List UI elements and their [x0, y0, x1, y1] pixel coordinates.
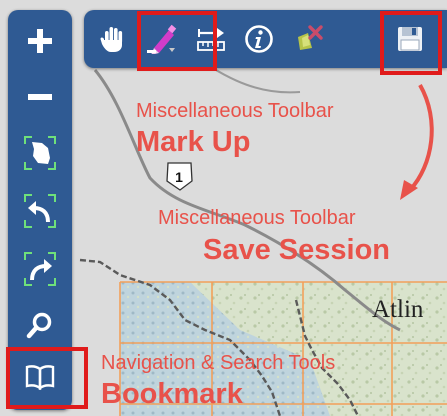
- minus-icon: [28, 94, 52, 100]
- bookmark-group-label: Navigation & Search Tools: [101, 352, 336, 374]
- hand-icon: [100, 27, 123, 52]
- save-tool-label: Save Session: [203, 234, 390, 266]
- highway-shield-number: 1: [175, 169, 183, 185]
- full-extent-button[interactable]: [20, 136, 60, 170]
- zoom-in-button[interactable]: [20, 24, 60, 58]
- search-button[interactable]: [20, 308, 60, 342]
- zoom-out-button[interactable]: [20, 80, 60, 114]
- place-label: Atlin: [372, 296, 424, 323]
- magnifier-icon: [26, 312, 52, 339]
- province-extent-icon: [24, 136, 56, 170]
- bookmark-tool-label: Bookmark: [101, 378, 243, 410]
- clear-icon: [298, 25, 323, 50]
- pan-button[interactable]: [92, 18, 134, 60]
- next-extent-button[interactable]: [20, 252, 60, 286]
- bookmark-highlight-box: [6, 347, 88, 409]
- markup-group-label: Miscellaneous Toolbar: [136, 100, 334, 122]
- info-icon: [245, 25, 273, 53]
- identify-button[interactable]: [238, 18, 280, 60]
- plus-icon: [28, 29, 52, 53]
- save-highlight-box: [380, 11, 442, 75]
- markup-tool-label: Mark Up: [136, 126, 251, 158]
- forward-arrow-icon: [24, 252, 56, 286]
- markup-highlight-box: [137, 11, 217, 71]
- previous-extent-button[interactable]: [20, 194, 60, 228]
- save-group-label: Miscellaneous Toolbar: [158, 207, 356, 229]
- back-arrow-icon: [24, 194, 56, 228]
- clear-button[interactable]: [288, 18, 330, 60]
